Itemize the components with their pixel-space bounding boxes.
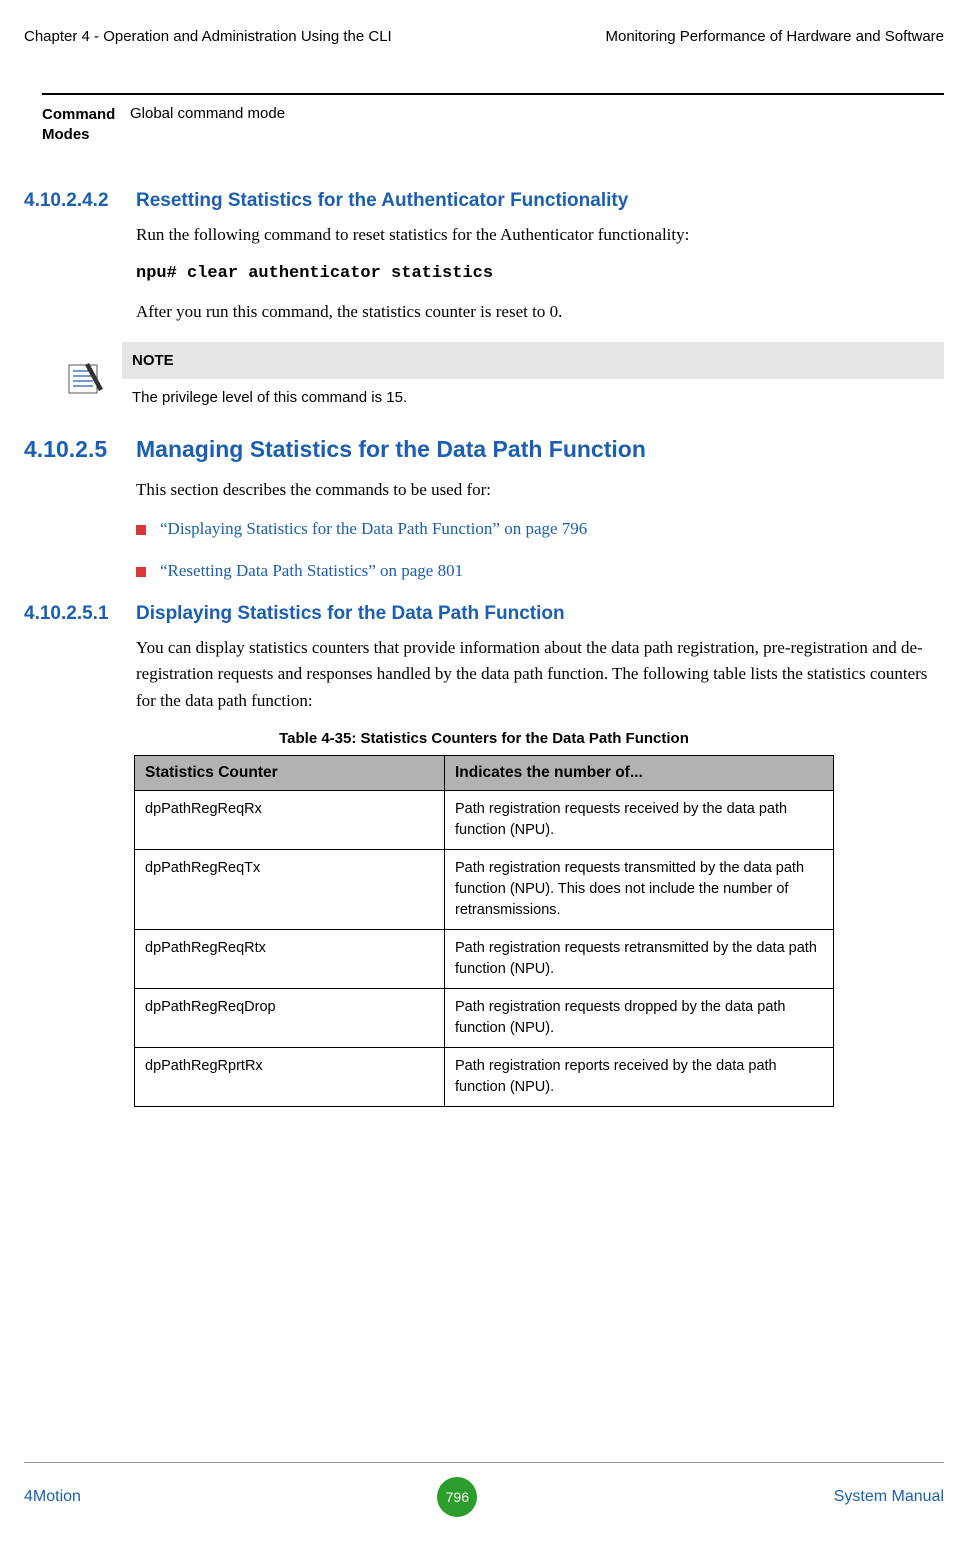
section-4-10-2-5-1-heading: 4.10.2.5.1 Displaying Statistics for the… <box>24 603 944 625</box>
table-header-cell: Statistics Counter <box>135 756 445 791</box>
footer-left: 4Motion <box>24 1488 81 1506</box>
command-modes-block: Command Modes Global command mode <box>42 93 944 154</box>
section-4-10-2-5-heading: 4.10.2.5 Managing Statistics for the Dat… <box>24 436 944 463</box>
table-cell: Path registration requests retransmitted… <box>445 930 834 989</box>
table-cell: dpPathRegReqTx <box>135 850 445 930</box>
table-row: dpPathRegRprtRx Path registration report… <box>135 1048 834 1107</box>
header-right: Monitoring Performance of Hardware and S… <box>606 28 945 45</box>
note-block: NOTE The privilege level of this command… <box>48 342 944 416</box>
command-modes-value: Global command mode <box>126 105 285 144</box>
page-number-badge: 796 <box>437 1477 477 1517</box>
section-4-10-2-4-2-heading: 4.10.2.4.2 Resetting Statistics for the … <box>24 190 944 212</box>
footer-right: System Manual <box>834 1488 944 1506</box>
command-modes-label: Command Modes <box>42 105 126 144</box>
table-row: dpPathRegReqDrop Path registration reque… <box>135 989 834 1048</box>
table-cell: Path registration requests transmitted b… <box>445 850 834 930</box>
paragraph: You can display statistics counters that… <box>136 635 944 714</box>
table-cell: Path registration requests dropped by th… <box>445 989 834 1048</box>
table-caption: Table 4-35: Statistics Counters for the … <box>24 730 944 747</box>
note-icon <box>48 342 122 416</box>
table-cell: dpPathRegRprtRx <box>135 1048 445 1107</box>
list-item: “Displaying Statistics for the Data Path… <box>136 519 944 539</box>
paragraph: This section describes the commands to b… <box>136 477 944 503</box>
section-title: Managing Statistics for the Data Path Fu… <box>136 436 646 463</box>
header-left: Chapter 4 - Operation and Administration… <box>24 28 392 45</box>
bullet-square-icon <box>136 525 146 535</box>
section-number: 4.10.2.5 <box>24 436 136 463</box>
code-command: npu# clear authenticator statistics <box>136 264 944 283</box>
stats-counters-table: Statistics Counter Indicates the number … <box>134 755 834 1107</box>
note-content: NOTE The privilege level of this command… <box>122 342 944 416</box>
section-number: 4.10.2.4.2 <box>24 190 136 212</box>
bullet-list: “Displaying Statistics for the Data Path… <box>136 519 944 581</box>
table-cell: Path registration requests received by t… <box>445 791 834 850</box>
command-modes-label-l2: Modes <box>42 126 90 143</box>
table-cell: Path registration reports received by th… <box>445 1048 834 1107</box>
link-text[interactable]: “Displaying Statistics for the Data Path… <box>160 519 587 539</box>
table-row: dpPathRegReqTx Path registration request… <box>135 850 834 930</box>
table-header-cell: Indicates the number of... <box>445 756 834 791</box>
page-header: Chapter 4 - Operation and Administration… <box>24 28 944 45</box>
note-header: NOTE <box>122 342 944 379</box>
section-title: Displaying Statistics for the Data Path … <box>136 603 565 625</box>
table-header-row: Statistics Counter Indicates the number … <box>135 756 834 791</box>
table-row: dpPathRegReqRtx Path registration reques… <box>135 930 834 989</box>
table-cell: dpPathRegReqDrop <box>135 989 445 1048</box>
paragraph: After you run this command, the statisti… <box>136 299 944 325</box>
paragraph: Run the following command to reset stati… <box>136 222 944 248</box>
list-item: “Resetting Data Path Statistics” on page… <box>136 561 944 581</box>
section-title: Resetting Statistics for the Authenticat… <box>136 190 628 212</box>
table-cell: dpPathRegReqRtx <box>135 930 445 989</box>
table-row: dpPathRegReqRx Path registration request… <box>135 791 834 850</box>
command-modes-label-l1: Command <box>42 106 115 123</box>
link-text[interactable]: “Resetting Data Path Statistics” on page… <box>160 561 463 581</box>
section-number: 4.10.2.5.1 <box>24 603 136 625</box>
bullet-square-icon <box>136 567 146 577</box>
table-cell: dpPathRegReqRx <box>135 791 445 850</box>
note-body: The privilege level of this command is 1… <box>122 379 944 416</box>
page-footer: 4Motion 796 System Manual <box>24 1462 944 1517</box>
